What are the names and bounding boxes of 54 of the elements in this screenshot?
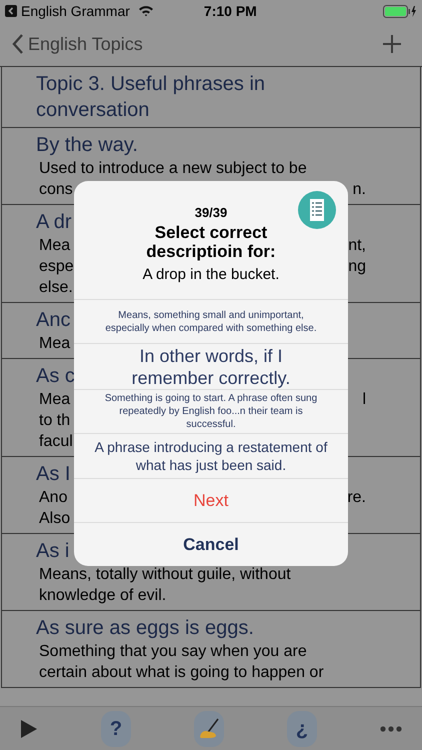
row-text: Something that you say when you are <box>38 642 307 662</box>
row-title: As I <box>36 462 70 487</box>
battery-icon <box>383 4 417 18</box>
cancel-button[interactable]: Cancel <box>74 522 348 566</box>
row-text: cons <box>39 180 73 200</box>
row-text: certain about what is going to happen or <box>38 663 324 683</box>
dialog-title: Select correct descriptioin for: <box>145 222 277 260</box>
row-title: By the way. <box>36 133 138 158</box>
row-text: re. <box>347 488 366 508</box>
row-title: As i <box>36 539 70 564</box>
row-text: n. <box>352 180 366 200</box>
row-text: Ano <box>39 488 68 508</box>
answer-option[interactable]: A phrase introducing a restatement of what has just been said. <box>74 433 348 478</box>
row-text: facul <box>39 432 73 452</box>
row-text: l <box>362 390 366 410</box>
row-text: knowledge of evil. <box>38 586 166 606</box>
row-text: Mea <box>39 236 70 256</box>
row-text: to th <box>39 411 70 431</box>
chevron-left-icon <box>12 34 24 54</box>
back-app-icon[interactable] <box>5 5 17 17</box>
row-text: ng <box>348 257 366 277</box>
more-icon[interactable] <box>380 726 402 732</box>
inverted-help-button[interactable]: ¿ <box>287 710 317 746</box>
list-row[interactable]: Topic 3. Useful phrases in conversation <box>1 67 421 128</box>
writing-button[interactable] <box>194 710 224 746</box>
play-icon[interactable] <box>20 718 38 738</box>
row-text: Used to introduce a new subject to be <box>38 159 307 179</box>
row-title: As sure as eggs is eggs. <box>36 616 254 641</box>
row-text: Also <box>39 509 70 529</box>
answer-option[interactable]: Means, something small and unimportant, especially when compared with something else. <box>74 299 348 343</box>
answer-option[interactable]: In other words, if I remember correctly. <box>74 343 348 389</box>
row-title: Topic 3. Useful phrases in conversation <box>36 72 266 123</box>
row-text: else. <box>39 278 73 298</box>
writing-hand-icon <box>197 716 221 740</box>
checklist-icon <box>298 191 336 229</box>
row-text: espe <box>39 257 74 277</box>
row-text: Mea <box>39 334 70 354</box>
answer-option[interactable]: Something is going to start. A phrase often sung repeatedly by English foo...n their team is successful. <box>74 389 348 433</box>
quiz-phrase: A drop in the bucket. <box>142 264 280 284</box>
back-button[interactable]: English Topics <box>12 30 143 58</box>
back-app-label[interactable]: English Grammar <box>21 0 130 22</box>
row-text: nt, <box>348 236 366 256</box>
row-title: A dr <box>36 210 72 235</box>
row-title: Anc <box>36 308 70 333</box>
question-counter: 39/39 <box>194 204 228 222</box>
add-icon[interactable] <box>382 34 402 54</box>
next-button[interactable]: Next <box>74 478 348 522</box>
help-button[interactable]: ? <box>101 710 131 746</box>
row-title: As c <box>36 364 75 389</box>
list-row[interactable]: As sure as eggs is eggs. Something that you say when you are certain about what is going to happen or <box>1 611 421 688</box>
row-text: Mea <box>39 390 70 410</box>
row-text: Means, totally without guile, without <box>38 565 291 585</box>
wifi-icon <box>138 5 154 17</box>
clock: 7:10 PM <box>204 2 257 20</box>
